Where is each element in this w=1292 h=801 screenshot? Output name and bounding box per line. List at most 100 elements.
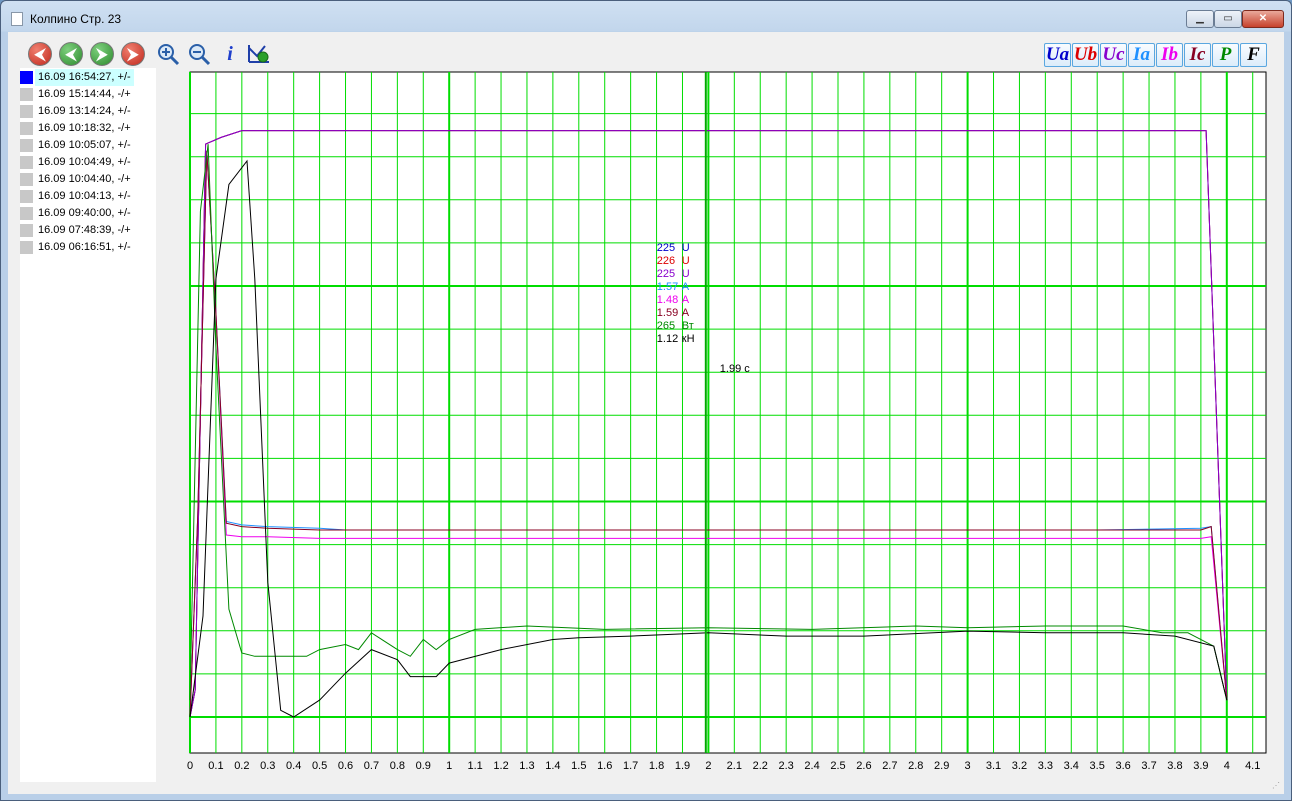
channel-toggle-uc[interactable]: Uc [1100, 43, 1127, 67]
zoom-out-button[interactable] [187, 42, 211, 66]
record-list[interactable]: 16.09 16:54:27, +/- 16.09 15:14:44, -/+ 16… [20, 68, 156, 782]
x-axis-label: Время, с [1230, 780, 1275, 781]
record-list-item[interactable]: 16.09 10:04:13, +/- [20, 188, 156, 205]
x-tick-label: 0.9 [416, 760, 431, 772]
record-list-item[interactable]: 16.09 10:04:49, +/- [20, 154, 156, 171]
x-tick-label: 1.1 [467, 760, 482, 772]
x-tick-label: 3.5 [1090, 760, 1105, 772]
record-list-item[interactable]: 16.09 16:54:27, +/- [20, 69, 156, 86]
record-color-swatch [20, 156, 33, 169]
record-list-item[interactable]: 16.09 10:05:07, +/- [20, 137, 156, 154]
x-tick-label: 3.6 [1115, 760, 1130, 772]
x-tick-label: 3.9 [1193, 760, 1208, 772]
x-tick-label: 4.1 [1245, 760, 1260, 772]
x-tick-label: 2.4 [804, 760, 819, 772]
back-fast-button[interactable]: ⮜ [28, 42, 52, 66]
record-color-swatch [20, 224, 33, 237]
record-list-item[interactable]: 16.09 06:16:51, +/- [20, 239, 156, 256]
resize-grip[interactable]: ⋰ [1272, 781, 1280, 790]
arrow-left-icon: ⮜ [65, 45, 77, 63]
zoom-out-icon [189, 44, 211, 66]
x-tick-label: 2.1 [727, 760, 742, 772]
x-tick-label: 3.2 [1012, 760, 1027, 772]
x-tick-label: 3.3 [1038, 760, 1053, 772]
readout-unit: кН [682, 333, 695, 345]
forward-button[interactable]: ⮞ [90, 42, 114, 66]
record-list-item[interactable]: 16.09 13:14:24, +/- [20, 103, 156, 120]
x-tick-label: 1.8 [649, 760, 664, 772]
minimize-button[interactable]: ▁ [1186, 10, 1214, 28]
close-button[interactable]: ✕ [1242, 10, 1284, 28]
arrow-right-icon: ⮞ [127, 45, 139, 63]
channel-toggle-ia[interactable]: Ia [1128, 43, 1155, 67]
x-tick-label: 2.7 [882, 760, 897, 772]
x-tick-label: 2.5 [830, 760, 845, 772]
record-color-swatch [20, 190, 33, 203]
x-tick-label: 2.3 [779, 760, 794, 772]
x-tick-label: 1.7 [623, 760, 638, 772]
x-tick-label: 2.6 [856, 760, 871, 772]
x-tick-label: 0.1 [208, 760, 223, 772]
record-label: 16.09 10:04:13, +/- [38, 190, 131, 202]
maximize-button[interactable]: ▭ [1214, 10, 1242, 28]
readout-unit: U [682, 268, 690, 280]
chart-settings-button[interactable] [246, 42, 270, 66]
record-label: 16.09 13:14:24, +/- [38, 105, 131, 117]
readout-value: 1.57 [657, 281, 678, 293]
record-label: 16.09 16:54:27, +/- [35, 69, 134, 86]
x-tick-label: 3.7 [1141, 760, 1156, 772]
channel-toggle-ic[interactable]: Ic [1184, 43, 1211, 67]
window-title: Колпино Стр. 23 [30, 12, 122, 26]
readout-value: 265 [657, 320, 675, 332]
readout-value: 1.12 [657, 333, 678, 345]
channel-toggle-ub[interactable]: Ub [1072, 43, 1099, 67]
record-list-item[interactable]: 16.09 10:18:32, -/+ [20, 120, 156, 137]
record-list-item[interactable]: 16.09 10:04:40, -/+ [20, 171, 156, 188]
record-list-item[interactable]: 16.09 07:48:39, -/+ [20, 222, 156, 239]
channel-toggle-f[interactable]: F [1240, 43, 1267, 67]
x-tick-label: 2.8 [908, 760, 923, 772]
readout-unit: A [682, 294, 690, 306]
record-color-swatch [20, 88, 33, 101]
back-button[interactable]: ⮜ [59, 42, 83, 66]
x-tick-label: 3.1 [986, 760, 1001, 772]
record-label: 16.09 15:14:44, -/+ [38, 88, 131, 100]
record-label: 16.09 09:40:00, +/- [38, 207, 131, 219]
channel-toggle-p[interactable]: P [1212, 43, 1239, 67]
arrow-left-icon: ⮜ [34, 45, 46, 63]
record-color-swatch [20, 207, 33, 220]
info-button[interactable]: i [218, 42, 242, 66]
readout-value: 225 [657, 242, 675, 254]
app-icon [11, 12, 23, 26]
record-label: 16.09 10:05:07, +/- [38, 139, 131, 151]
x-tick-label: 1.6 [597, 760, 612, 772]
readout-unit: U [682, 255, 690, 267]
x-tick-label: 0 [187, 760, 193, 772]
record-label: 16.09 07:48:39, -/+ [38, 224, 131, 236]
zoom-in-button[interactable] [156, 42, 180, 66]
x-tick-label: 0.7 [364, 760, 379, 772]
x-tick-label: 0.5 [312, 760, 327, 772]
x-tick-label: 1 [446, 760, 452, 772]
x-tick-label: 0.8 [390, 760, 405, 772]
arrow-right-icon: ⮞ [96, 45, 108, 63]
app-window: Колпино Стр. 23 ▁ ▭ ✕ ⮜ ⮜ ⮞ ⮞ i Ua Ub Uc Ia Ib Ic P… [0, 0, 1292, 801]
channel-toggle-ib[interactable]: Ib [1156, 43, 1183, 67]
x-tick-label: 1.9 [675, 760, 690, 772]
client-area: ⮜ ⮜ ⮞ ⮞ i Ua Ub Uc Ia Ib Ic P F 16.09 16:54:27, +/- 1… [8, 32, 1284, 794]
forward-fast-button[interactable]: ⮞ [121, 42, 145, 66]
readout-value: 225 [657, 268, 675, 280]
oscillogram-chart[interactable]: 1.99 с 225 U 226 U 225 U 1.57 A 1.48 A 1.59 A 265 Вт 1.… [182, 69, 1278, 781]
record-label: 16.09 10:04:49, +/- [38, 156, 131, 168]
record-list-item[interactable]: 16.09 15:14:44, -/+ [20, 86, 156, 103]
channel-toggle-ua[interactable]: Ua [1044, 43, 1071, 67]
record-list-item[interactable]: 16.09 09:40:00, +/- [20, 205, 156, 222]
title-bar[interactable]: Колпино Стр. 23 ▁ ▭ ✕ [1, 1, 1291, 31]
readout-value: 1.48 [657, 294, 678, 306]
x-tick-label: 1.2 [493, 760, 508, 772]
x-tick-label: 0.6 [338, 760, 353, 772]
chart-settings-icon [248, 45, 269, 63]
x-tick-label: 1.4 [545, 760, 560, 772]
x-tick-label: 2.2 [753, 760, 768, 772]
record-color-swatch [20, 71, 33, 84]
